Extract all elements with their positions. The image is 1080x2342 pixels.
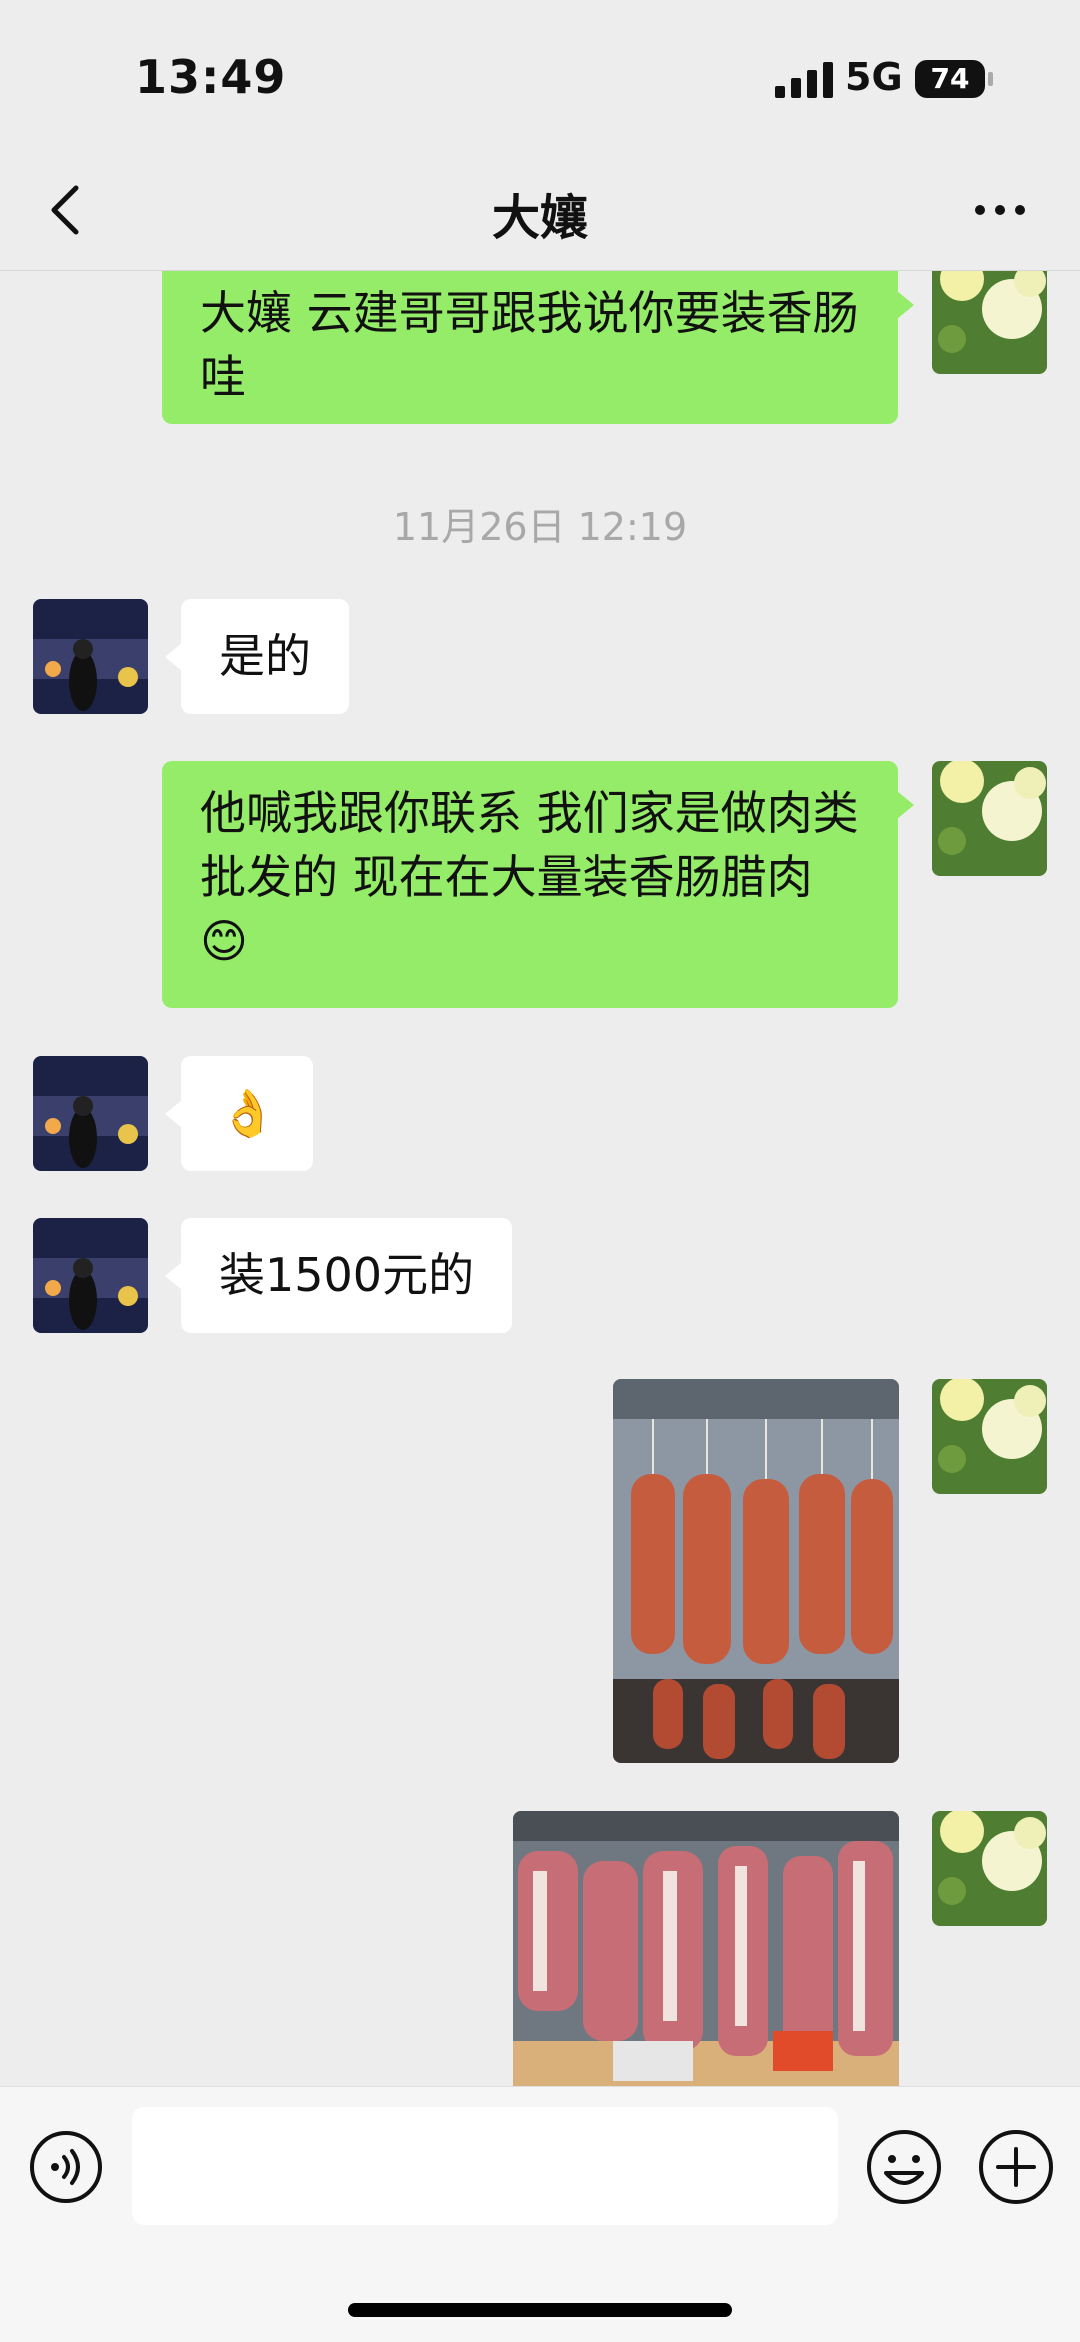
my-avatar[interactable]: [932, 761, 1047, 876]
home-indicator[interactable]: [348, 2303, 732, 2317]
message-input[interactable]: [132, 2107, 838, 2225]
message-bubble-incoming[interactable]: 👌: [165, 1056, 313, 1171]
message-bubble-outgoing[interactable]: 他喊我跟你联系 我们家是做肉类批发的 现在在大量装香肠腊肉😊: [162, 761, 914, 1008]
message-text: 👌: [219, 1086, 277, 1140]
network-label: 5G: [845, 55, 903, 99]
image-message-sausages[interactable]: [613, 1379, 899, 1763]
message-text: 大孃 云建哥哥跟我说你要装香肠哇: [200, 286, 859, 404]
status-bar: 13:49 5G 74: [0, 0, 1080, 150]
message-text: 他喊我跟你联系 我们家是做肉类批发的 现在在大量装香肠腊肉😊: [200, 786, 859, 968]
image-message-pork[interactable]: [513, 1811, 899, 2086]
chat-area[interactable]: 大孃 云建哥哥跟我说你要装香肠哇 11月26日 12:19 是的 他喊我跟你联系…: [0, 271, 1080, 2086]
emoji-icon[interactable]: [864, 2127, 944, 2207]
message-text: 装1500元的: [219, 1248, 475, 1302]
contact-avatar[interactable]: [33, 1056, 148, 1171]
status-time: 13:49: [135, 50, 287, 104]
message-bubble-incoming[interactable]: 是的: [165, 599, 349, 714]
message-bubble-incoming[interactable]: 装1500元的: [164, 1218, 513, 1333]
timestamp: 11月26日 12:19: [392, 505, 688, 549]
nav-bar: 大孃: [0, 150, 1080, 271]
signal-icon: [775, 62, 833, 98]
contact-avatar[interactable]: [33, 1218, 148, 1333]
message-text: 是的: [219, 629, 311, 683]
battery-icon: 74: [915, 60, 993, 98]
message-bubble-outgoing[interactable]: 大孃 云建哥哥跟我说你要装香肠哇: [162, 271, 914, 424]
contact-avatar[interactable]: [33, 599, 148, 714]
chat-title: 大孃: [491, 190, 588, 246]
plus-icon[interactable]: [976, 2127, 1056, 2207]
battery-level: 74: [930, 62, 970, 95]
more-dots-icon[interactable]: [970, 185, 1030, 235]
my-avatar[interactable]: [932, 1379, 1047, 1494]
voice-icon[interactable]: [28, 2129, 104, 2205]
my-avatar[interactable]: [932, 1811, 1047, 1926]
my-avatar[interactable]: [932, 271, 1047, 374]
